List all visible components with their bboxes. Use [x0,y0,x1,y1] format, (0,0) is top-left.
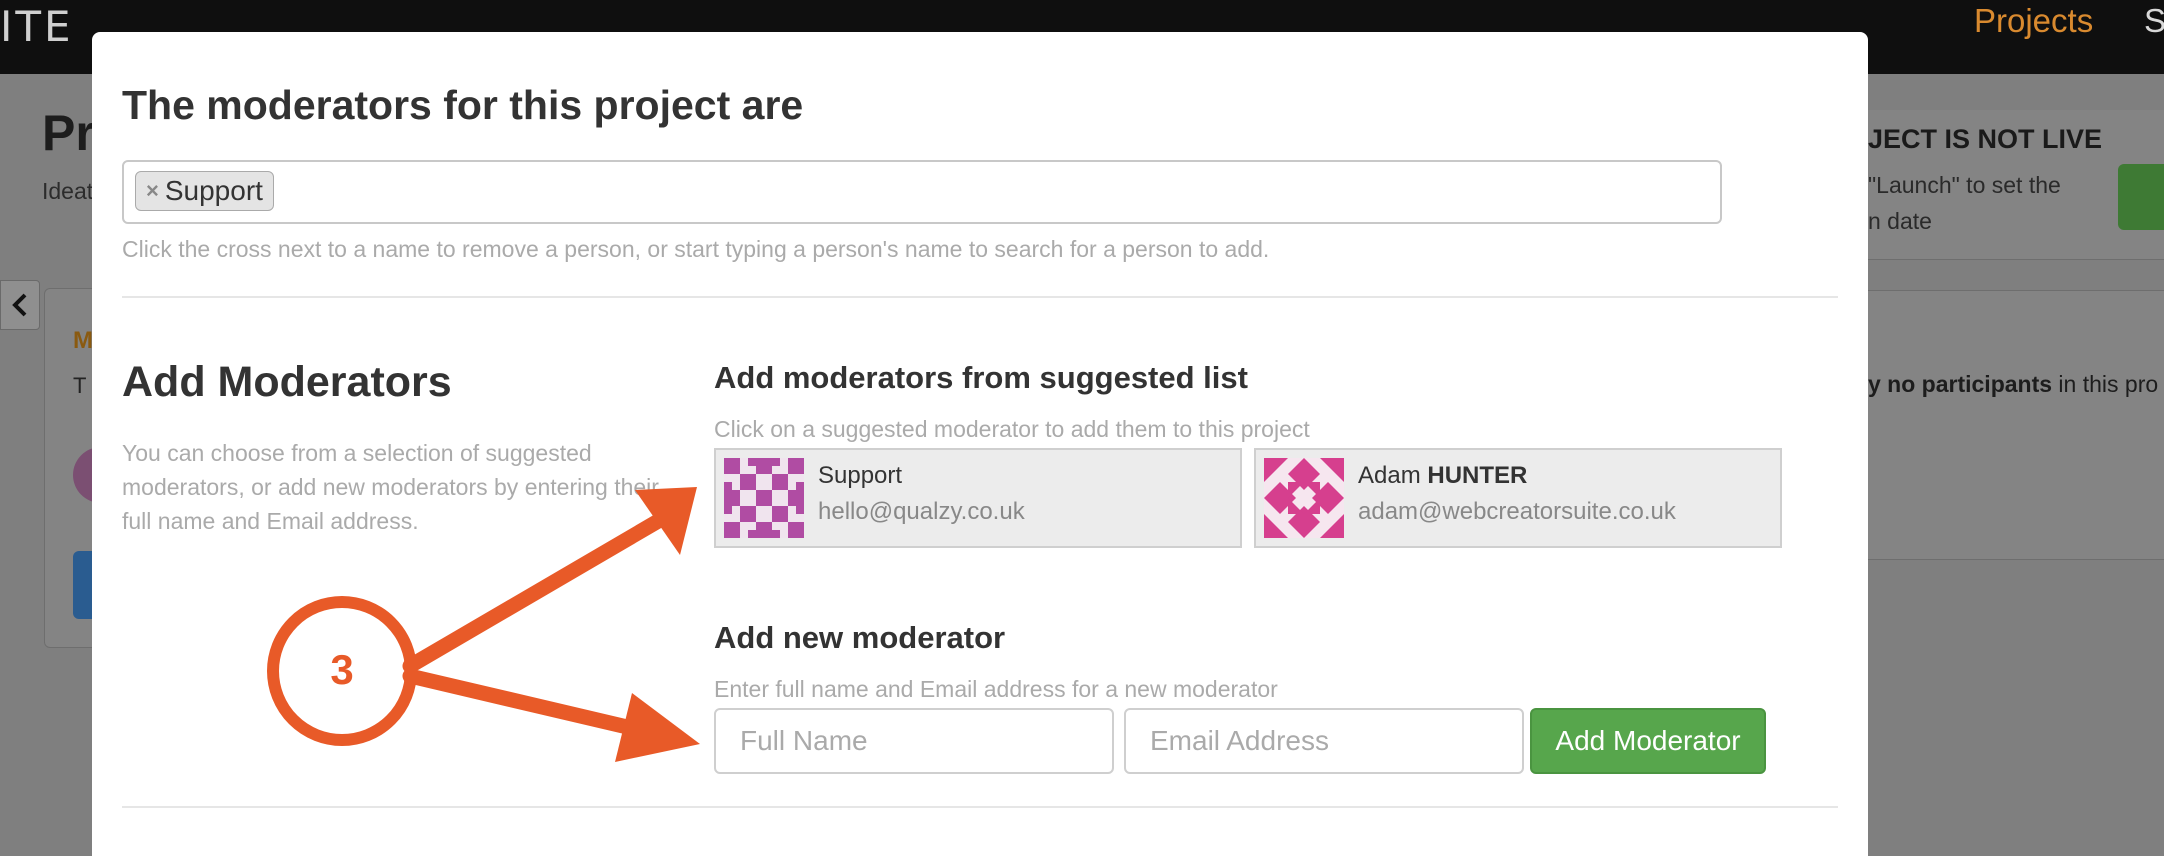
launch-button[interactable] [2118,164,2164,230]
participants-panel: y no participants in this pro [1868,290,2164,560]
nav-projects-link[interactable]: Projects [1974,2,2093,40]
status-text-line2: n date [1868,208,1932,234]
page-title: Pr [42,105,95,161]
project-status-panel: JECT IS NOT LIVE "Launch" to set the n d… [1868,110,2164,260]
moderator-tag-label: Support [164,175,263,206]
suggested-list-heading: Add moderators from suggested list [714,360,1248,395]
moderator-email: hello@qualzy.co.uk [818,498,1025,525]
identicon-avatar [1264,458,1344,538]
status-heading: JECT IS NOT LIVE [1868,124,2103,154]
new-moderator-help: Enter full name and Email address for a … [714,676,1278,702]
identicon-avatar [724,458,804,538]
add-moderators-heading: Add Moderators [122,358,452,406]
brand-logo: ITE [0,2,74,51]
participants-text: y no participants in this pro [1868,371,2159,397]
add-moderators-description: You can choose from a selection of sugge… [122,440,659,534]
new-moderator-heading: Add new moderator [714,620,1006,655]
full-name-input[interactable] [714,708,1114,774]
status-text-line1: "Launch" to set the [1868,172,2061,198]
email-input[interactable] [1124,708,1524,774]
moderator-name: Adam HUNTER [1358,462,1528,489]
moderator-name: Support [818,462,903,489]
remove-tag-icon[interactable]: × [146,178,159,204]
divider [122,296,1838,298]
suggested-list-help: Click on a suggested moderator to add th… [714,416,1310,442]
moderators-modal: The moderators for this project are × Su… [92,32,1868,856]
divider [122,806,1838,808]
card-label: M [73,327,93,354]
page-subtitle: Ideat [42,178,94,204]
moderator-email: adam@webcreatorsuite.co.uk [1358,498,1676,525]
moderator-tag: × Support [135,171,274,211]
chevron-left-icon [12,293,27,317]
back-button[interactable] [0,280,40,330]
add-moderator-button[interactable]: Add Moderator [1530,708,1766,774]
step-number: 3 [330,646,354,693]
suggested-moderator-card[interactable]: Support hello@qualzy.co.uk [714,448,1242,548]
moderator-help-text: Click the cross next to a name to remove… [122,236,1270,262]
modal-title: The moderators for this project are [122,82,804,128]
nav-next-link[interactable]: S [2144,2,2164,40]
suggested-moderator-card[interactable]: Adam HUNTER adam@webcreatorsuite.co.uk [1254,448,1782,548]
card-text: T [73,373,87,398]
moderator-tag-input[interactable]: × Support [122,160,1722,224]
